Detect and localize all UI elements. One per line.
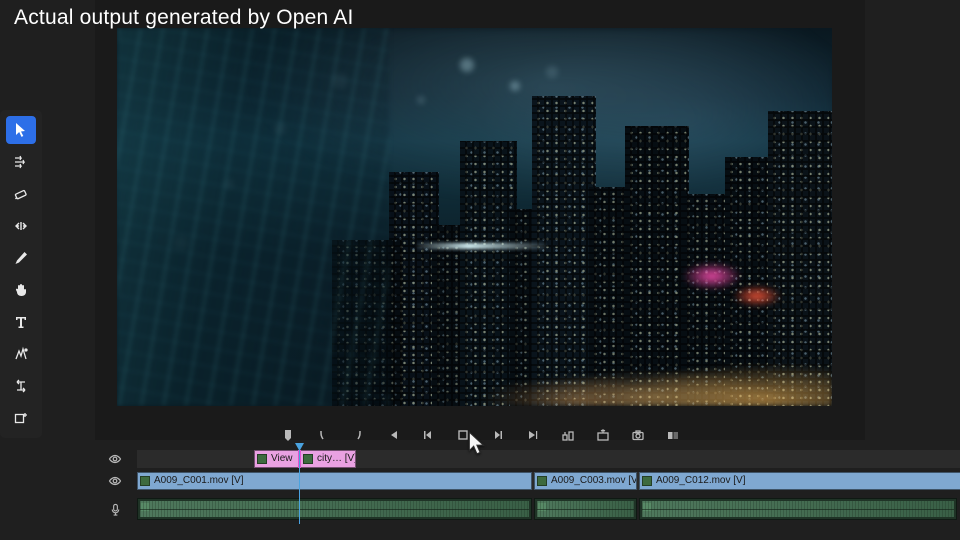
program-monitor-panel [95, 0, 865, 440]
clip-label: A009_C003.mov [V] [551, 475, 637, 486]
mic-icon [109, 503, 122, 516]
selection-tool[interactable] [6, 116, 36, 144]
clip-v1-a[interactable]: A009_C001.mov [V] [137, 472, 532, 490]
clip-label: View [271, 453, 293, 464]
clip-thumb-icon [642, 476, 652, 486]
type-tool[interactable] [6, 308, 36, 336]
export-frame-button[interactable] [630, 427, 646, 443]
track-v2-lane[interactable]: View city… [V] [137, 450, 960, 468]
eye-icon [108, 474, 122, 488]
track-v1-lane[interactable]: A009_C001.mov [V] A009_C003.mov [V] A009… [137, 472, 960, 490]
comparison-view-button[interactable] [665, 427, 681, 443]
playhead[interactable] [299, 448, 300, 524]
clip-v1-b[interactable]: A009_C003.mov [V] [534, 472, 637, 490]
audio-clip[interactable] [137, 498, 532, 520]
mark-out-button[interactable] [315, 427, 331, 443]
clip-thumb-icon [303, 454, 313, 464]
transport-bar [95, 420, 865, 450]
clip-graphic-b[interactable]: city… [V] [300, 450, 356, 468]
remix-tool[interactable] [6, 340, 36, 368]
track-v2-toggle-visibility[interactable] [95, 450, 135, 468]
step-back-button[interactable] [420, 427, 436, 443]
lift-button[interactable] [560, 427, 576, 443]
razor-tool[interactable] [6, 180, 36, 208]
waveform [642, 501, 954, 517]
go-to-in-button[interactable] [350, 427, 366, 443]
waveform [537, 501, 634, 517]
waveform [140, 501, 529, 517]
eye-icon [108, 452, 122, 466]
track-v1-toggle-visibility[interactable] [95, 472, 135, 490]
extract-button[interactable] [595, 427, 611, 443]
mark-in-button[interactable] [280, 427, 296, 443]
ripple-edit-tool[interactable] [6, 212, 36, 240]
clip-label: city… [V] [317, 453, 356, 464]
slip-tool[interactable] [6, 372, 36, 400]
pen-tool[interactable] [6, 244, 36, 272]
tool-strip [0, 110, 42, 438]
audio-clip[interactable] [534, 498, 637, 520]
track-select-forward-tool[interactable] [6, 148, 36, 176]
program-monitor[interactable] [117, 28, 832, 406]
clip-v1-c[interactable]: A009_C012.mov [V] [639, 472, 960, 490]
go-to-next-button[interactable] [525, 427, 541, 443]
clip-graphic-a[interactable]: View [254, 450, 299, 468]
clip-label: A009_C001.mov [V] [154, 475, 244, 486]
clip-thumb-icon [140, 476, 150, 486]
clip-thumb-icon [537, 476, 547, 486]
hand-tool[interactable] [6, 276, 36, 304]
step-forward-button[interactable] [490, 427, 506, 443]
add-edit-tool[interactable] [6, 404, 36, 432]
timeline-panel: View city… [V] A009_C001.mov [V] A009_C0… [95, 448, 960, 538]
track-a1-lane[interactable] [137, 498, 960, 520]
play-button[interactable] [455, 427, 471, 443]
clip-thumb-icon [257, 454, 267, 464]
audio-clip[interactable] [639, 498, 957, 520]
go-to-previous-button[interactable] [385, 427, 401, 443]
preview-frame [117, 28, 832, 406]
clip-label: A009_C012.mov [V] [656, 475, 746, 486]
annotation-caption: Actual output generated by Open AI [14, 6, 354, 30]
track-a1-toggle[interactable] [95, 500, 135, 518]
